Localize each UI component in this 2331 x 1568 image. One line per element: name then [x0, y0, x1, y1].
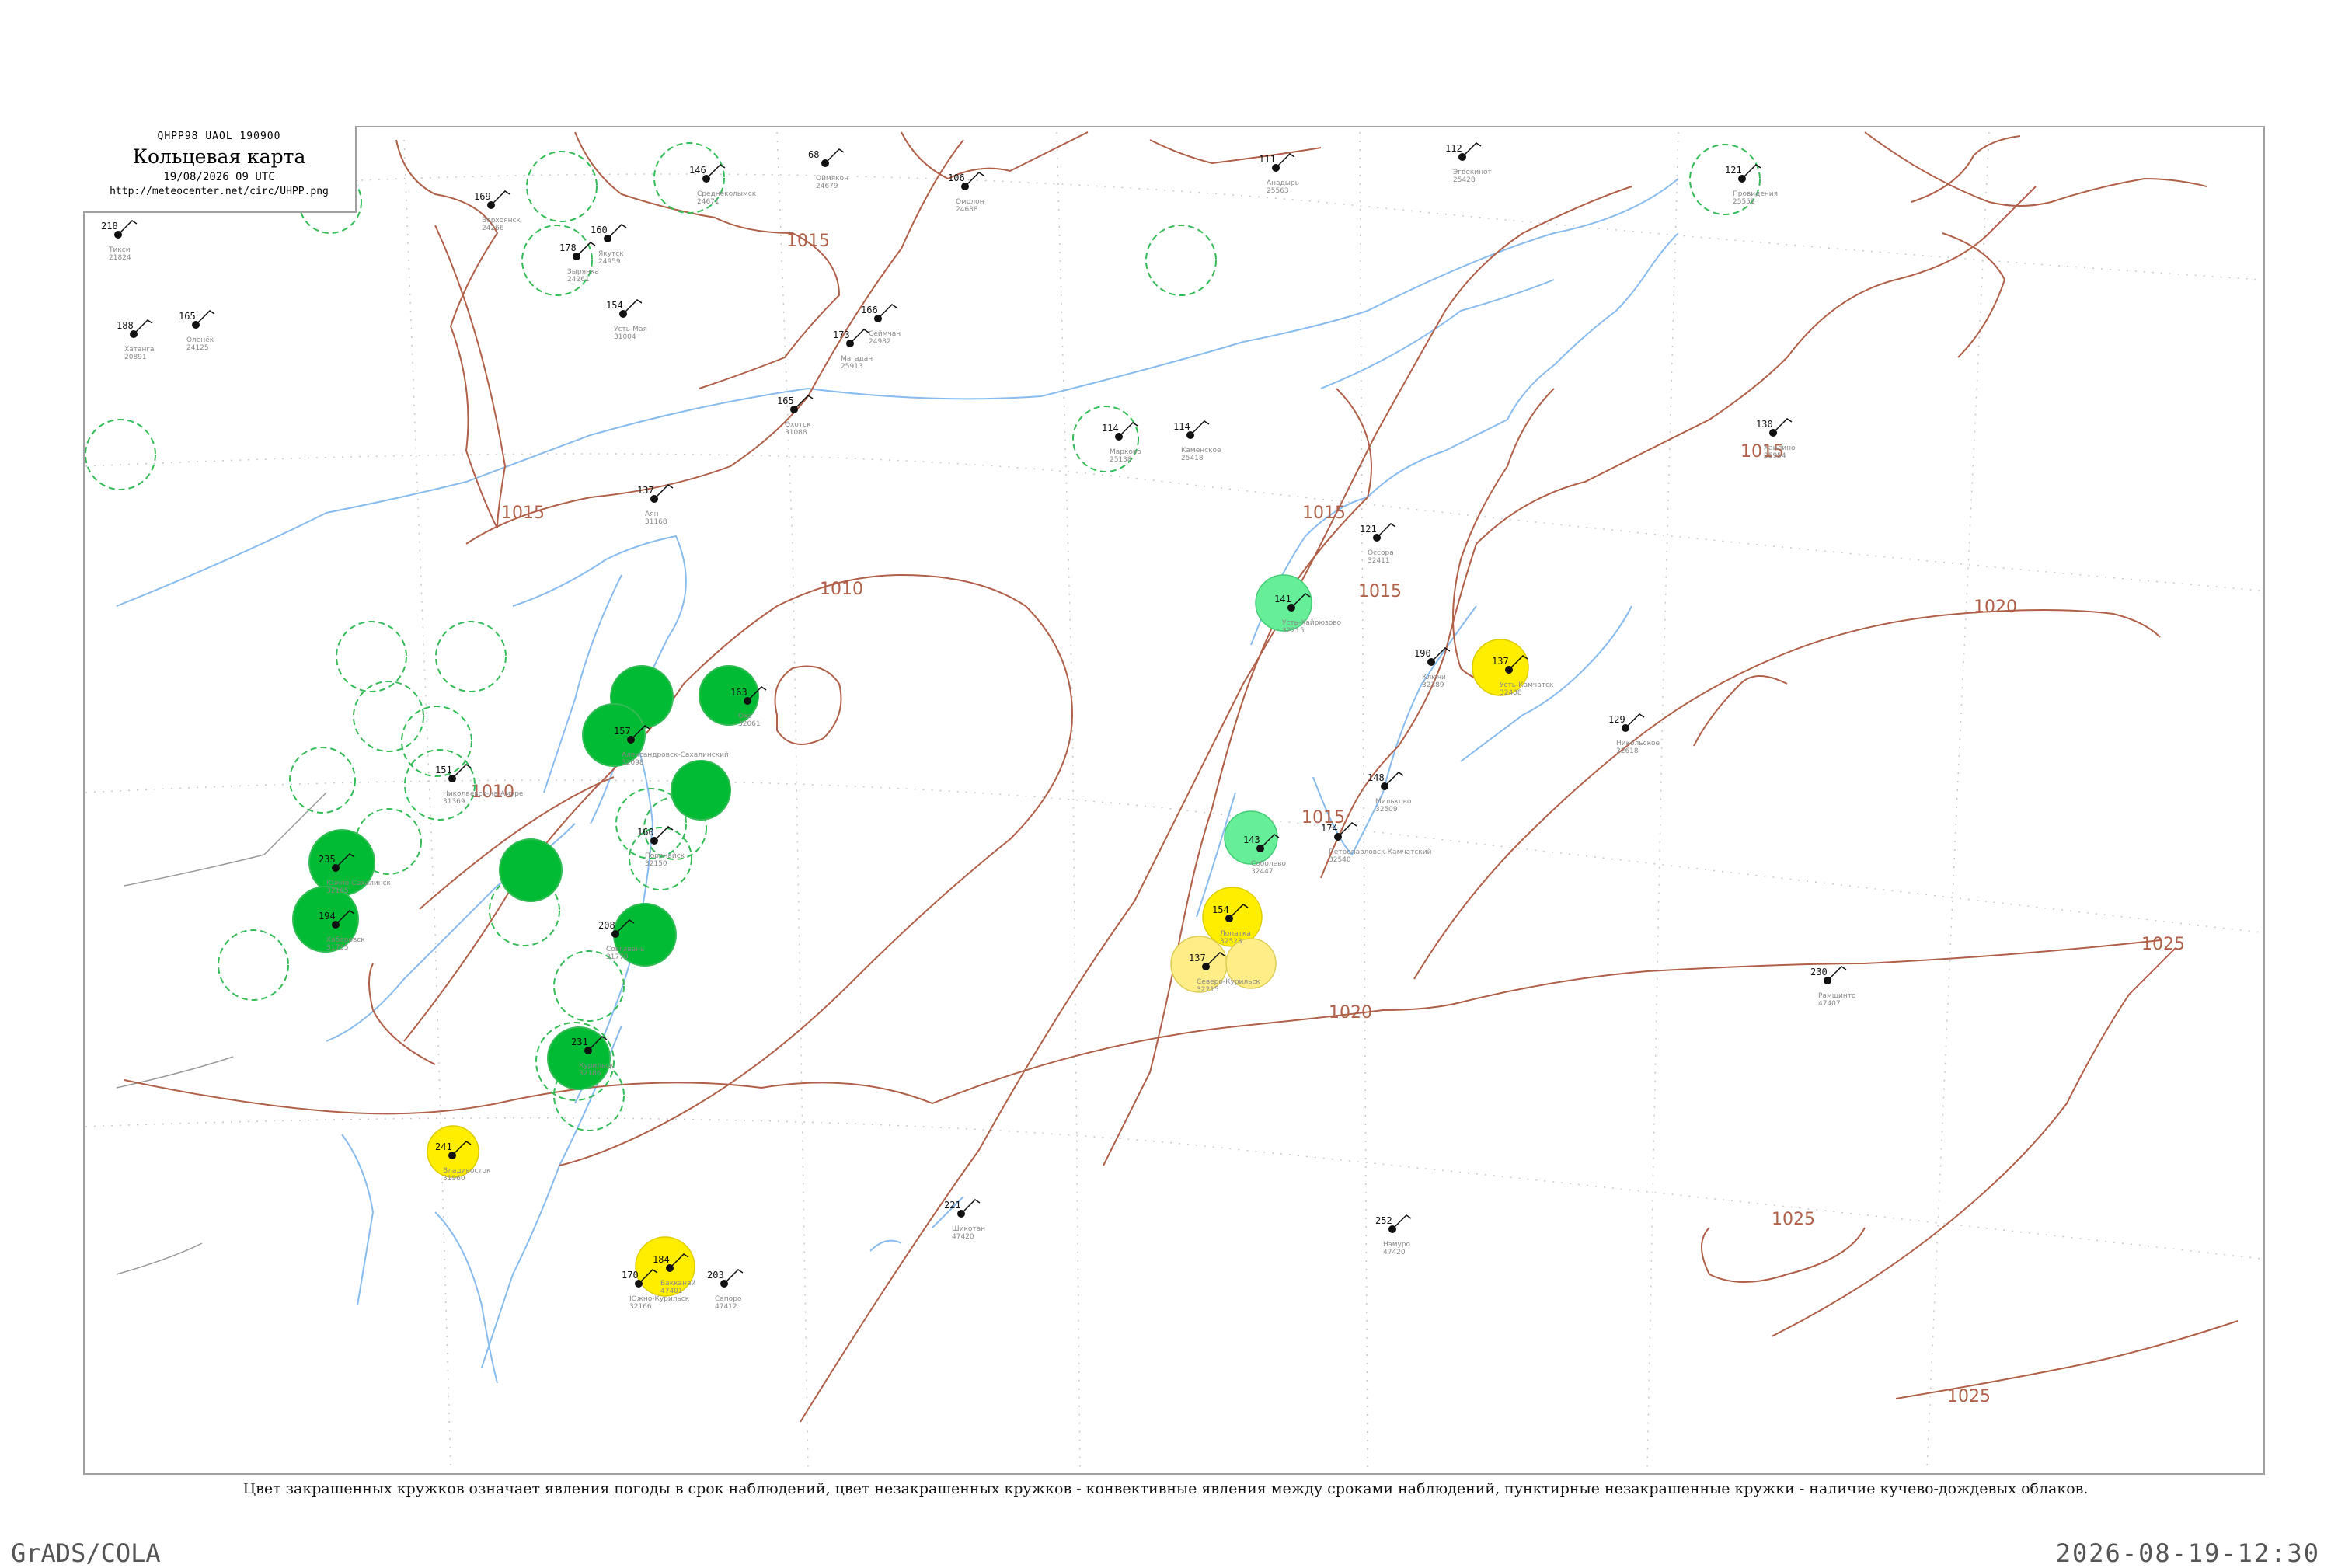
map-datetime: 19/08/2026 09 UTC [163, 171, 275, 183]
footer-software: GrADS/COLA [11, 1538, 161, 1568]
bulletin-code: QHPP98 UAOL 190900 [157, 131, 281, 142]
footer-timestamp: 2026-08-19-12:30 [2055, 1538, 2320, 1568]
source-url[interactable]: http://meteocenter.net/circ/UHPP.png [83, 186, 355, 197]
map-caption: Цвет закрашенных кружков означает явлени… [242, 1480, 2089, 1497]
map-frame [83, 126, 2265, 1475]
map-title-block: QHPP98 UAOL 190900 Кольцевая карта 19/08… [83, 126, 357, 213]
map-title: Кольцевая карта [132, 145, 306, 168]
